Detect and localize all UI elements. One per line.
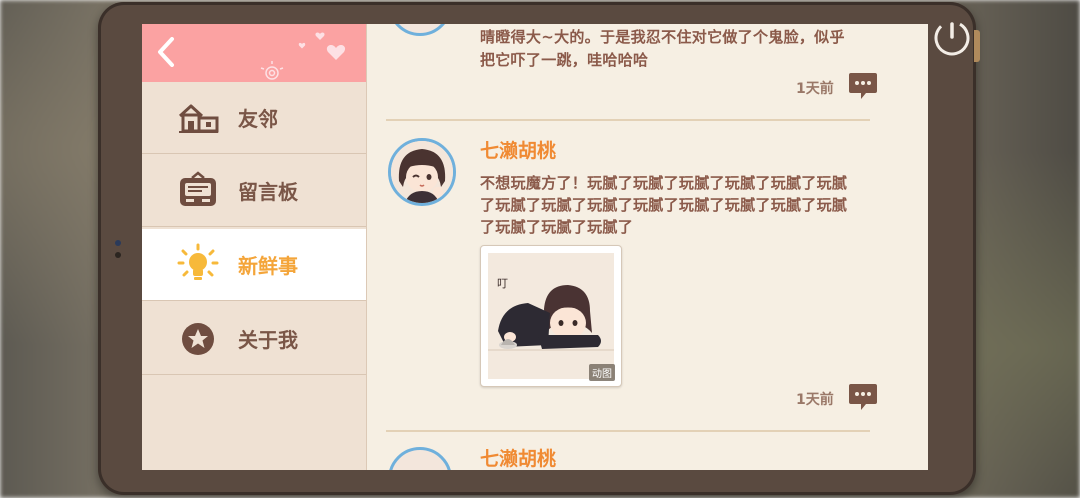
power-icon[interactable] [934, 20, 970, 56]
lightbulb-icon [176, 243, 220, 287]
post-text-line: 了玩腻了玩腻了玩腻了 [480, 218, 634, 236]
sun-swirl-icon [260, 61, 284, 80]
camera-dot [115, 240, 121, 246]
comment-icon[interactable] [847, 72, 879, 100]
sidebar-item-about-me[interactable]: 关于我 [142, 303, 366, 375]
username[interactable]: 七濑胡桃 [480, 444, 556, 470]
gif-badge: 动图 [589, 364, 615, 381]
avatar[interactable] [388, 24, 452, 36]
sensor-dot [115, 252, 121, 258]
post-time: 1天前 [796, 392, 834, 408]
hearts-icon [298, 32, 346, 60]
gif-illustration: 叮 [488, 253, 614, 379]
post-text-line: 把它吓了一跳，哇哈哈哈 [480, 51, 649, 69]
sidebar-item-label: 关于我 [238, 328, 298, 352]
sidebar-item-label: 留言板 [238, 180, 298, 204]
sidebar-item-label: 新鲜事 [238, 254, 298, 278]
message-board-icon [176, 169, 220, 213]
post-divider [386, 119, 870, 121]
sidebar-item-news[interactable]: 新鲜事 [142, 229, 366, 301]
sidebar-item-label: 友邻 [238, 107, 278, 131]
username[interactable]: 七濑胡桃 [480, 136, 556, 163]
sidebar: 友邻 留言板 新鲜事 关于我 [142, 24, 367, 470]
gif-caption: 叮 [497, 277, 508, 290]
tablet-screen: 友邻 留言板 新鲜事 关于我 晴瞪得大~大的。于是我忍不住对它做了个鬼脸，似乎 … [142, 24, 928, 470]
comment-icon[interactable] [847, 383, 879, 411]
post-text-line: 晴瞪得大~大的。于是我忍不住对它做了个鬼脸，似乎 [480, 28, 845, 46]
news-feed: 晴瞪得大~大的。于是我忍不住对它做了个鬼脸，似乎 把它吓了一跳，哇哈哈哈 1天前 [366, 24, 928, 470]
post-text-line: 不想玩魔方了！玩腻了玩腻了玩腻了玩腻了玩腻了玩腻 [480, 174, 848, 192]
avatar[interactable] [388, 447, 452, 470]
post-text-line: 了玩腻了玩腻了玩腻了玩腻了玩腻了玩腻了玩腻了玩腻 [480, 196, 848, 214]
side-button [974, 30, 980, 62]
star-badge-icon [176, 317, 220, 361]
post-divider [386, 430, 870, 432]
sidebar-item-message-board[interactable]: 留言板 [142, 155, 366, 227]
house-icon [176, 96, 220, 140]
sidebar-item-neighbors[interactable]: 友邻 [142, 82, 366, 154]
avatar[interactable] [388, 138, 456, 206]
post-time: 1天前 [796, 81, 834, 97]
post-gif-image[interactable]: 叮 动图 [480, 245, 622, 387]
back-chevron-icon[interactable] [156, 37, 176, 67]
sidebar-header [142, 24, 366, 82]
